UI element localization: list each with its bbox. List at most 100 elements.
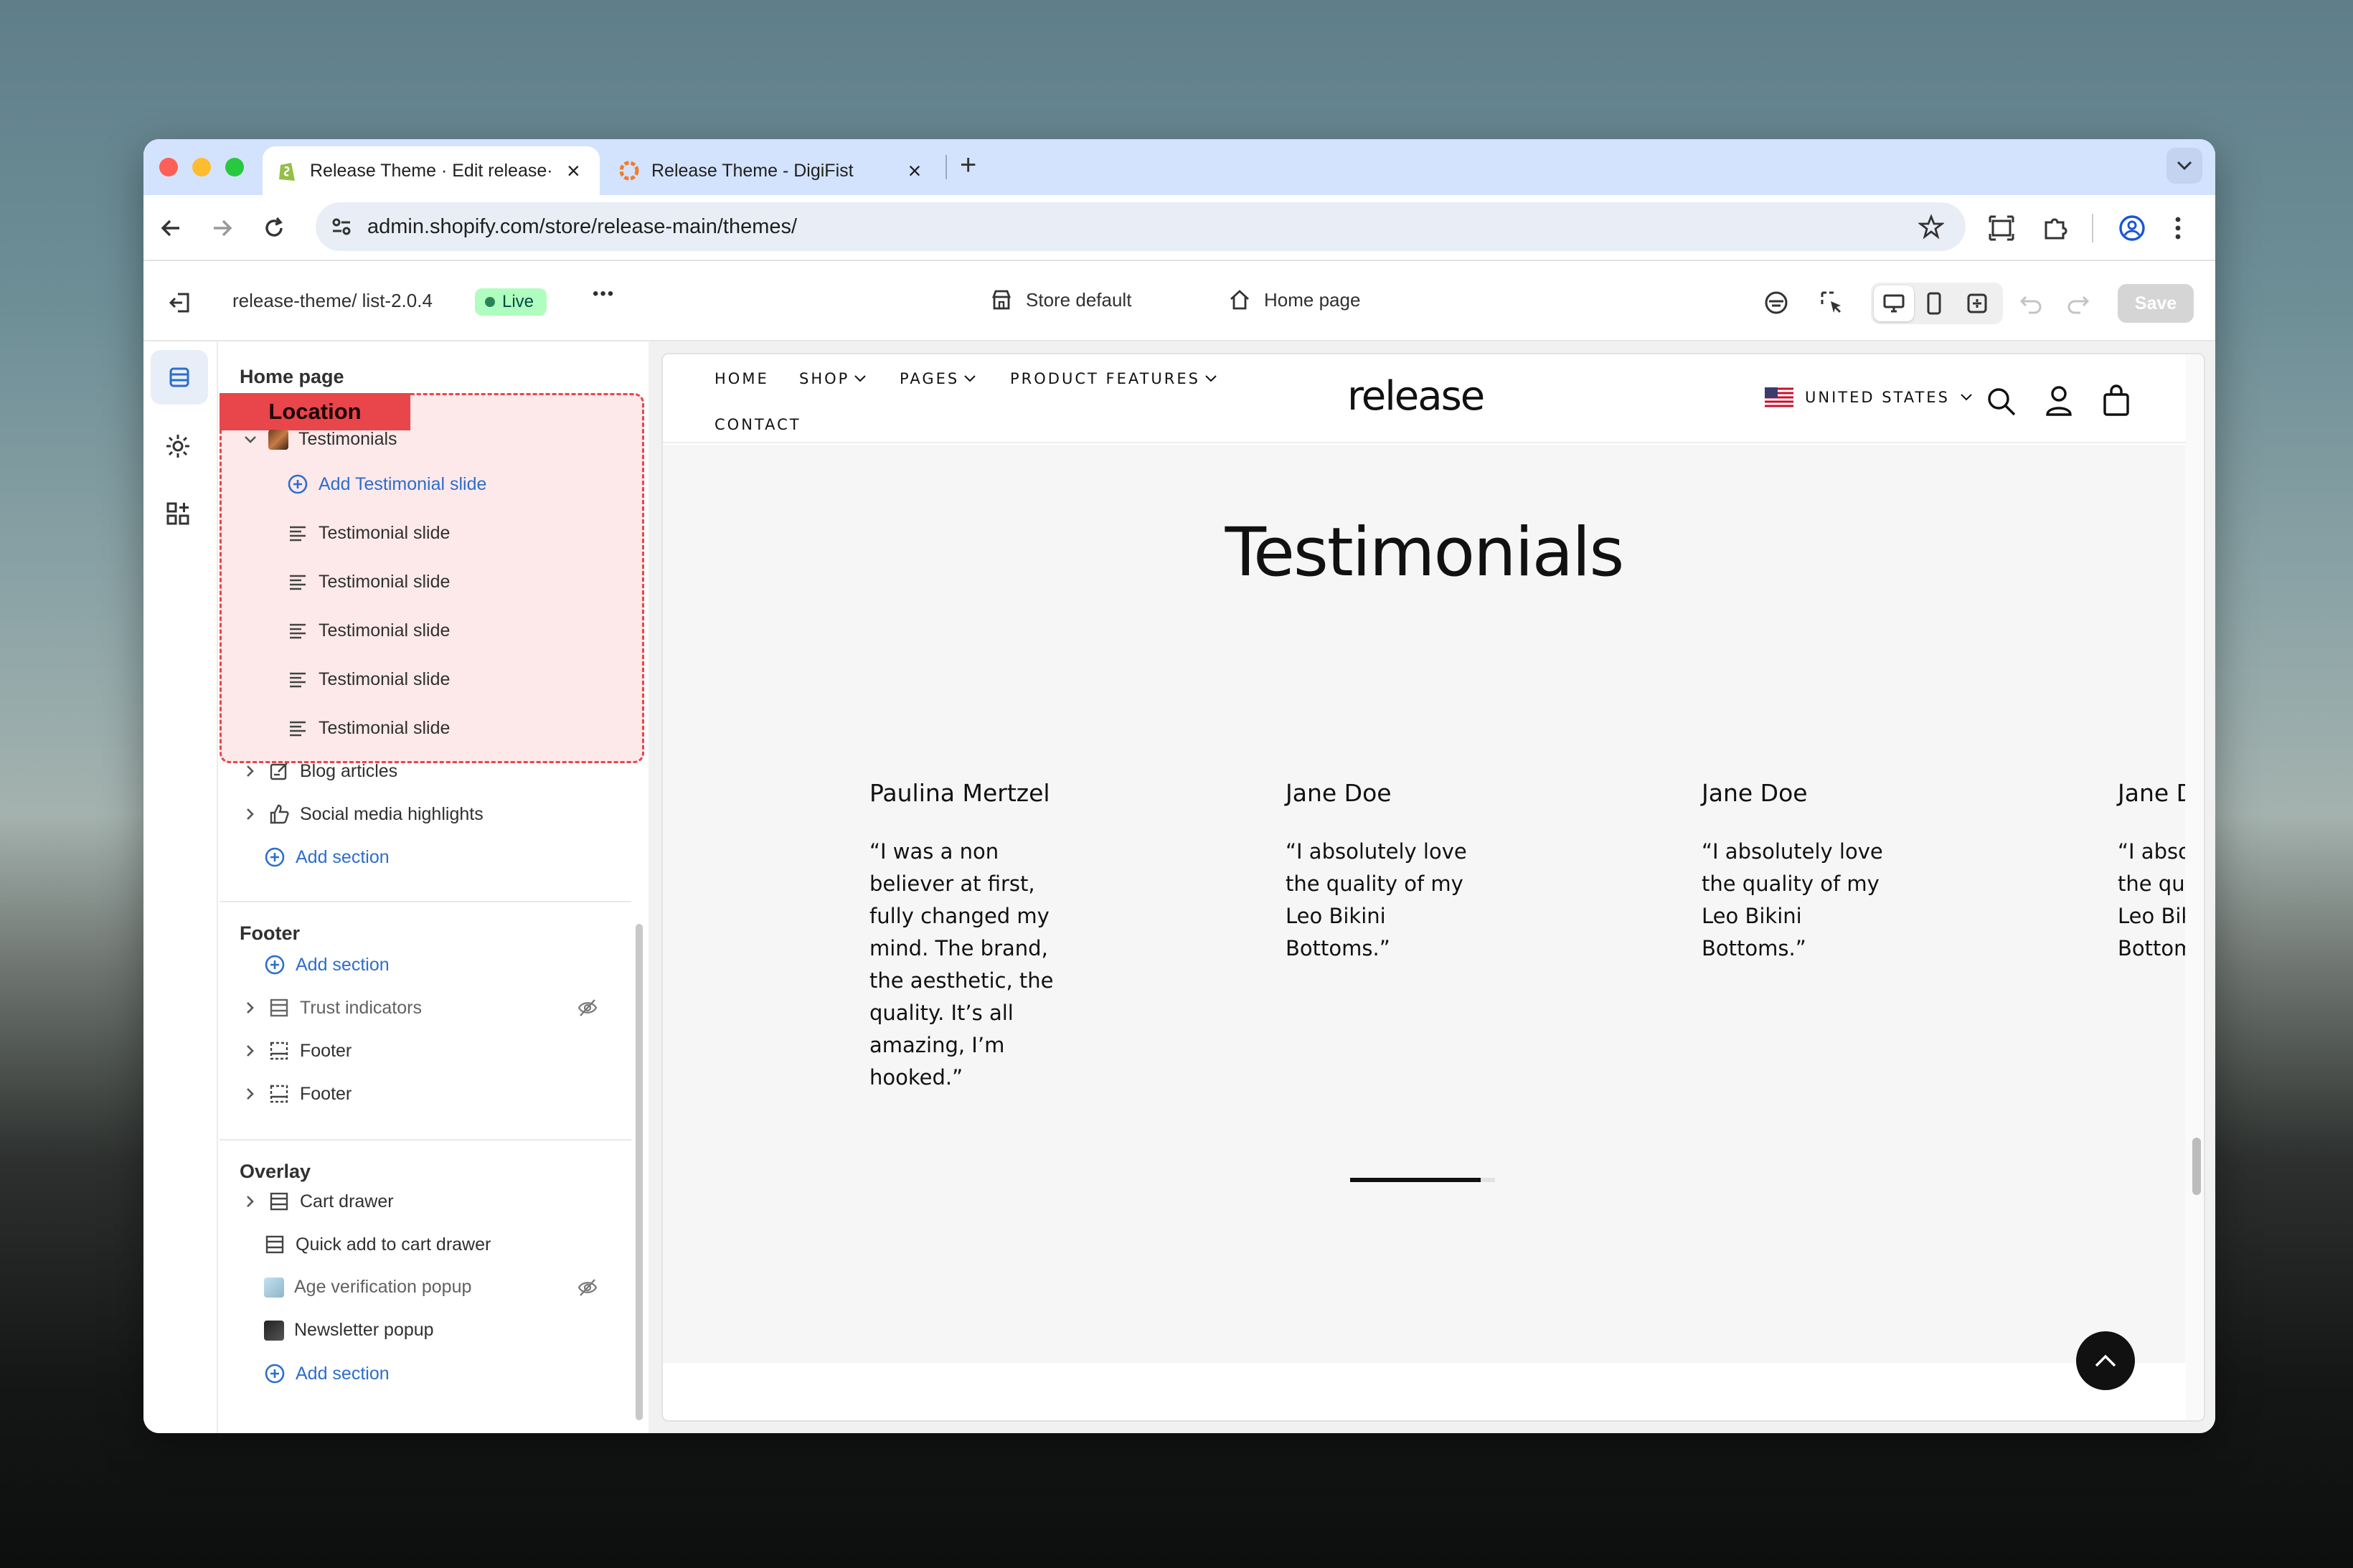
testimonials-image-icon — [268, 429, 288, 450]
new-tab-button[interactable]: + — [960, 149, 976, 181]
plus-circle-icon — [265, 1364, 285, 1384]
tab-title: Release Theme · Edit release· — [310, 160, 553, 181]
undo-icon[interactable] — [2019, 291, 2043, 316]
account-icon[interactable] — [2045, 384, 2073, 416]
footer-add-section-button[interactable]: Add section — [264, 954, 390, 976]
tab-search-button[interactable] — [2166, 148, 2202, 184]
store-logo[interactable]: release — [1347, 373, 1485, 420]
address-bar[interactable]: admin.shopify.com/store/release-main/the… — [316, 202, 1966, 251]
section-newsletter-popup[interactable]: Newsletter popup — [264, 1320, 434, 1341]
close-tab-icon[interactable]: × — [908, 158, 922, 184]
add-section-button[interactable]: Add section — [264, 846, 390, 868]
block-testimonial-slide[interactable]: Testimonial slide — [287, 522, 450, 544]
layout-section-icon — [265, 1235, 284, 1254]
profile-icon[interactable] — [2118, 214, 2146, 242]
slider-progress-fill — [1350, 1178, 1481, 1182]
block-testimonial-slide[interactable]: Testimonial slide — [287, 669, 450, 690]
shopify-icon — [277, 159, 298, 182]
section-testimonials[interactable]: Testimonials — [241, 429, 397, 450]
minimize-window-button[interactable] — [192, 158, 211, 176]
browser-menu-icon[interactable] — [2172, 214, 2184, 242]
section-label: Social media highlights — [300, 803, 484, 824]
us-flag-icon — [1765, 387, 1793, 407]
editor-sidebar-rail — [143, 341, 218, 1433]
section-age-verification-popup[interactable]: Age verification popup — [264, 1277, 600, 1298]
exit-icon[interactable] — [168, 290, 194, 316]
chevron-right-icon[interactable] — [241, 1192, 260, 1211]
fullscreen-icon[interactable] — [1966, 292, 1989, 315]
chevron-right-icon[interactable] — [241, 1042, 260, 1060]
section-trust-indicators[interactable]: Trust indicators — [241, 997, 600, 1019]
bookmark-star-icon[interactable] — [1918, 214, 1944, 240]
section-footer[interactable]: Footer — [241, 1083, 352, 1105]
plus-circle-icon — [288, 474, 308, 494]
store-default-button[interactable]: Store default — [990, 288, 1131, 311]
inspector-icon[interactable] — [1763, 290, 1789, 316]
country-selector[interactable]: UNITED STATES — [1765, 387, 1973, 407]
search-icon[interactable] — [1986, 386, 2017, 417]
maximize-window-button[interactable] — [225, 158, 244, 176]
section-cart-drawer[interactable]: Cart drawer — [241, 1191, 394, 1212]
screenshot-icon[interactable] — [1987, 214, 2016, 242]
newsletter-image-icon — [264, 1320, 284, 1341]
theme-settings-icon[interactable] — [165, 433, 191, 459]
overlay-add-section-button[interactable]: Add section — [264, 1363, 390, 1384]
tab-shopify-editor[interactable]: Release Theme · Edit release· × — [263, 146, 600, 195]
save-button[interactable]: Save — [2118, 284, 2194, 323]
redo-icon[interactable] — [2066, 291, 2090, 316]
add-testimonial-slide-button[interactable]: Add Testimonial slide — [287, 473, 486, 495]
panel-scrollbar[interactable] — [636, 924, 643, 1420]
close-window-button[interactable] — [159, 158, 178, 176]
section-quick-add-cart-drawer[interactable]: Quick add to cart drawer — [264, 1234, 491, 1255]
eye-hidden-icon[interactable] — [577, 1277, 598, 1298]
block-testimonial-slide[interactable]: Testimonial slide — [287, 571, 450, 592]
slider-progress-track[interactable] — [1350, 1178, 1495, 1182]
chevron-right-icon[interactable] — [241, 998, 260, 1017]
select-element-icon[interactable] — [1819, 290, 1845, 316]
live-label: Live — [502, 292, 534, 311]
add-section-label: Add section — [296, 1363, 390, 1384]
back-icon[interactable] — [158, 215, 184, 241]
footer-layout-icon — [270, 1085, 288, 1103]
chevron-right-icon[interactable] — [241, 805, 260, 823]
block-testimonial-slide[interactable]: Testimonial slide — [287, 717, 450, 739]
eye-hidden-icon[interactable] — [577, 997, 598, 1019]
page-selector[interactable]: Home page — [1228, 288, 1360, 311]
nav-shop[interactable]: SHOP — [799, 370, 867, 387]
plus-circle-icon — [265, 955, 285, 975]
app-embeds-icon[interactable] — [165, 501, 191, 526]
tab-digifist[interactable]: Release Theme - DigiFist × — [610, 146, 925, 195]
extensions-icon[interactable] — [2040, 214, 2069, 242]
store-icon — [991, 290, 1012, 310]
back-to-top-button[interactable] — [2076, 1331, 2135, 1390]
more-actions-button[interactable]: ••• — [593, 284, 615, 304]
nav-pages[interactable]: PAGES — [900, 370, 976, 387]
reload-icon[interactable] — [261, 215, 287, 241]
nav-product-features[interactable]: PRODUCT FEATURES — [1010, 370, 1217, 387]
section-blog-articles[interactable]: Blog articles — [241, 760, 397, 782]
chevron-right-icon[interactable] — [241, 762, 260, 780]
digifist-icon — [618, 160, 640, 181]
nav-shop-label: SHOP — [799, 370, 850, 387]
mobile-icon[interactable] — [1925, 292, 1943, 315]
chevron-down-icon[interactable] — [241, 430, 260, 449]
section-social-media-highlights[interactable]: Social media highlights — [241, 803, 484, 825]
block-testimonial-slide[interactable]: Testimonial slide — [287, 620, 450, 641]
chevron-right-icon[interactable] — [241, 1085, 260, 1103]
layout-section-icon — [270, 998, 288, 1017]
storefront-preview: HOME SHOP PAGES PRODUCT FEATURES CONTACT… — [661, 353, 2205, 1422]
nav-contact[interactable]: CONTACT — [715, 416, 801, 433]
theme-name[interactable]: release-theme/ list-2.0.4 — [232, 290, 433, 312]
site-settings-icon[interactable] — [330, 215, 353, 238]
close-tab-icon[interactable]: × — [567, 158, 580, 184]
forward-icon[interactable] — [209, 215, 235, 241]
section-footer[interactable]: Footer — [241, 1040, 352, 1062]
nav-home[interactable]: HOME — [715, 370, 769, 387]
url-text[interactable]: admin.shopify.com/store/release-main/the… — [367, 215, 797, 239]
cart-bag-icon[interactable] — [2102, 384, 2131, 416]
desktop-view-button[interactable] — [1874, 285, 1914, 321]
preview-scrollbar[interactable] — [2192, 1138, 2201, 1195]
add-section-label: Add section — [296, 846, 390, 867]
sections-tab[interactable] — [151, 350, 208, 405]
section-label: Age verification popup — [294, 1277, 472, 1297]
